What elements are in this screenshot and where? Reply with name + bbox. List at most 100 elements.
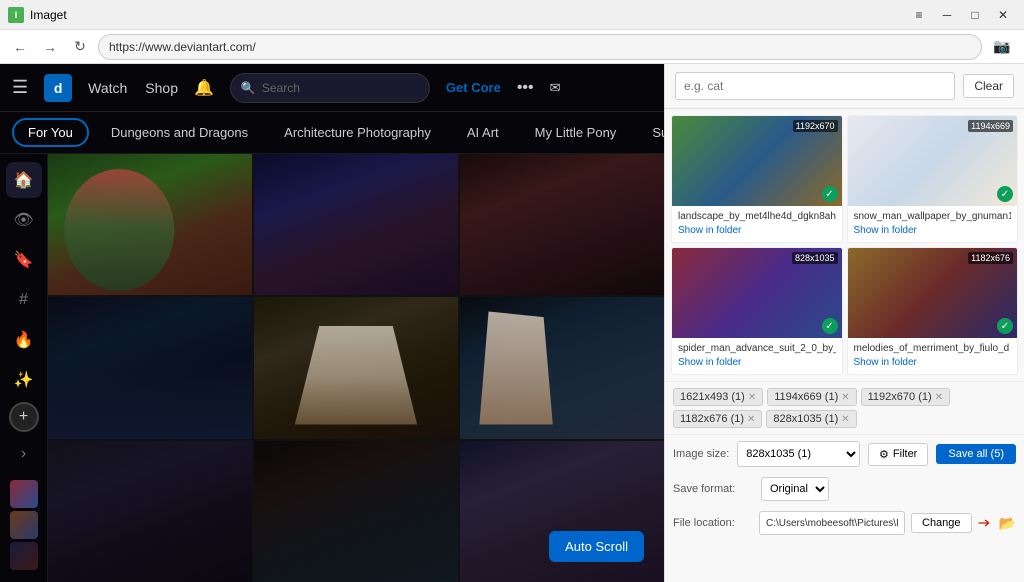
remove-tag-1[interactable]: ✕ <box>841 392 849 403</box>
filter-icon: ⚙ <box>879 448 889 461</box>
grid-cell-1[interactable] <box>48 154 252 295</box>
da-logo: d <box>44 74 72 102</box>
search-container[interactable]: 🔍 Search <box>230 73 430 103</box>
thumbnail-4: 1182x676 ✓ melodies_of_merriment_by_fiul… <box>847 247 1019 375</box>
thumb-2-check: ✓ <box>997 186 1013 202</box>
remove-tag-2[interactable]: ✕ <box>935 392 943 403</box>
title-bar: I Imaget ≡ ─ □ ✕ <box>0 0 1024 30</box>
app-icon: I <box>8 7 24 23</box>
da-nav: ☰ d Watch Shop 🔔 🔍 Search Get Core ••• ✉ <box>0 64 664 112</box>
thumb-1-check: ✓ <box>822 186 838 202</box>
sidebar-add-button[interactable]: + <box>9 402 39 432</box>
url-input[interactable] <box>98 34 982 60</box>
tab-superhero[interactable]: Superhero <box>638 120 664 145</box>
size-tag-0[interactable]: 1621x493 (1) ✕ <box>673 388 763 406</box>
thumb-3-dimensions: 828x1035 <box>792 252 838 264</box>
shop-link[interactable]: Shop <box>145 80 178 96</box>
thumb-1-name: landscape_by_met4lhe4d_dgkn8ah- ✏ <box>678 210 836 223</box>
size-tag-1[interactable]: 1194x669 (1) ✕ <box>767 388 856 406</box>
sidebar-star[interactable]: ✨ <box>6 362 42 398</box>
sidebar-fire[interactable]: 🔥 <box>6 322 42 358</box>
auto-scroll-button[interactable]: Auto Scroll <box>549 531 644 562</box>
sidebar-bookmark[interactable]: 🔖 <box>6 242 42 278</box>
save-format-label: Save format: <box>673 483 753 495</box>
remove-tag-4[interactable]: ✕ <box>841 414 849 425</box>
hamburger-menu-button[interactable]: ≡ <box>906 5 932 25</box>
mail-icon[interactable]: ✉ <box>550 80 561 96</box>
sidebar-thumb-2[interactable] <box>10 511 38 539</box>
tab-my-little-pony[interactable]: My Little Pony <box>521 120 631 145</box>
forward-button[interactable]: → <box>38 35 62 59</box>
filter-tabs: For You Dungeons and Dragons Architectur… <box>0 112 664 154</box>
thumb-4-name: melodies_of_merriment_by_fiulo_d ✏ <box>854 342 1012 355</box>
window-controls: ≡ ─ □ ✕ <box>906 5 1016 25</box>
grid-cell-7[interactable] <box>48 441 252 582</box>
grid-cell-6[interactable] <box>460 297 664 438</box>
refresh-button[interactable]: ↻ <box>68 35 92 59</box>
tab-for-you[interactable]: For You <box>12 118 89 147</box>
sidebar-thumb-3[interactable] <box>10 542 38 570</box>
right-panel: Clear 1192x670 ✓ landscape_by_met4lhe4d_… <box>664 64 1024 582</box>
panel-header: Clear <box>665 64 1024 109</box>
sidebar-arrow[interactable]: › <box>6 436 42 472</box>
sidebar-eye[interactable]: 👁 <box>6 202 42 238</box>
file-path-input[interactable] <box>759 511 905 535</box>
maximize-button[interactable]: □ <box>962 5 988 25</box>
close-button[interactable]: ✕ <box>990 5 1016 25</box>
thumb-4-dimensions: 1182x676 <box>968 252 1013 264</box>
size-tag-3[interactable]: 1182x676 (1) ✕ <box>673 410 762 428</box>
size-tags: 1621x493 (1) ✕ 1194x669 (1) ✕ 1192x670 (… <box>665 381 1024 434</box>
thumb-3-check: ✓ <box>822 318 838 334</box>
hamburger-icon[interactable]: ☰ <box>12 77 28 98</box>
camera-icon[interactable]: 📷 <box>988 33 1016 61</box>
main-content: ☰ d Watch Shop 🔔 🔍 Search Get Core ••• ✉… <box>0 64 1024 582</box>
tab-dungeons[interactable]: Dungeons and Dragons <box>97 120 262 145</box>
thumb-4-show-folder[interactable]: Show in folder <box>854 355 1012 370</box>
remove-tag-0[interactable]: ✕ <box>748 392 756 403</box>
grid-cell-8[interactable] <box>254 441 458 582</box>
image-size-select[interactable]: 828x1035 (1) <box>737 441 860 467</box>
get-core-link[interactable]: Get Core <box>446 80 501 95</box>
size-tag-2[interactable]: 1192x670 (1) ✕ <box>861 388 950 406</box>
grid-cell-4[interactable] <box>48 297 252 438</box>
save-format-select[interactable]: Original <box>761 477 829 501</box>
watch-link[interactable]: Watch <box>88 80 127 96</box>
change-button[interactable]: Change <box>911 513 972 533</box>
save-all-button[interactable]: Save all (5) <box>936 444 1016 464</box>
thumb-2-dimensions: 1194x669 <box>968 120 1013 132</box>
album-input[interactable] <box>675 72 955 100</box>
browser-area: ☰ d Watch Shop 🔔 🔍 Search Get Core ••• ✉… <box>0 64 664 582</box>
image-grid: Auto Scroll <box>48 154 664 582</box>
notification-icon[interactable]: 🔔 <box>194 78 214 98</box>
image-size-label: Image size: <box>673 448 729 460</box>
save-format-row: Save format: Original <box>665 473 1024 505</box>
minimize-button[interactable]: ─ <box>934 5 960 25</box>
sidebar-thumb-1[interactable] <box>10 480 38 508</box>
thumb-2-name: snow_man_wallpaper_by_gnuman1 ✏ <box>854 210 1012 223</box>
thumbnail-2: 1194x669 ✓ snow_man_wallpaper_by_gnuman1… <box>847 115 1019 243</box>
grid-cell-2[interactable] <box>254 154 458 295</box>
search-placeholder: Search <box>262 81 300 95</box>
filter-button[interactable]: ⚙ Filter <box>868 443 928 466</box>
tab-ai-art[interactable]: AI Art <box>453 120 513 145</box>
nav-links: Watch Shop <box>88 80 178 96</box>
more-options[interactable]: ••• <box>517 79 534 97</box>
thumbnail-1: 1192x670 ✓ landscape_by_met4lhe4d_dgkn8a… <box>671 115 843 243</box>
back-button[interactable]: ← <box>8 35 32 59</box>
thumb-3-show-folder[interactable]: Show in folder <box>678 355 836 370</box>
browser-inner: 🏠 👁 🔖 # 🔥 ✨ + › <box>0 154 664 582</box>
da-sidebar: 🏠 👁 🔖 # 🔥 ✨ + › <box>0 154 48 582</box>
thumb-2-show-folder[interactable]: Show in folder <box>854 223 1012 238</box>
folder-open-button[interactable]: 📂 <box>999 511 1016 535</box>
remove-tag-3[interactable]: ✕ <box>747 414 755 425</box>
tab-architecture[interactable]: Architecture Photography <box>270 120 445 145</box>
sidebar-home[interactable]: 🏠 <box>6 162 42 198</box>
grid-cell-3[interactable] <box>460 154 664 295</box>
grid-cell-5[interactable] <box>254 297 458 438</box>
thumb-1-show-folder[interactable]: Show in folder <box>678 223 836 238</box>
clear-button[interactable]: Clear <box>963 74 1014 98</box>
sidebar-hashtag[interactable]: # <box>6 282 42 318</box>
size-tag-4[interactable]: 828x1035 (1) ✕ <box>766 410 856 428</box>
thumb-4-check: ✓ <box>997 318 1013 334</box>
thumb-1-dimensions: 1192x670 <box>793 120 838 132</box>
